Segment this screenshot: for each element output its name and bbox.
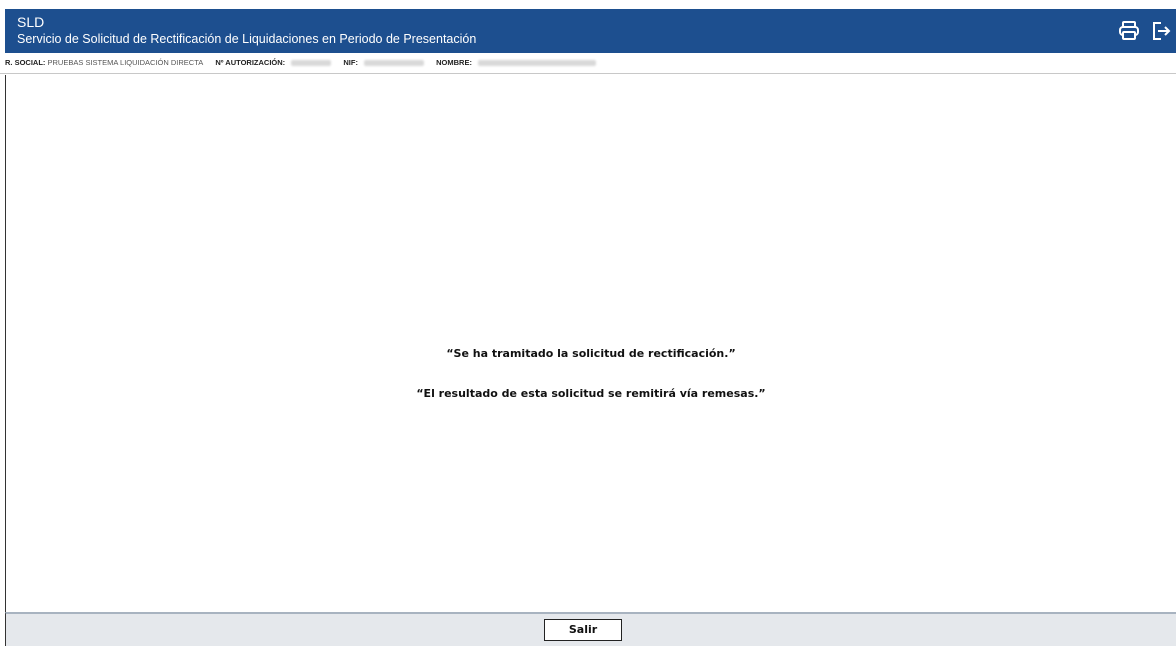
social-value: PRUEBAS SISTEMA LIQUIDACIÓN DIRECTA bbox=[47, 58, 204, 67]
nif-label: NIF: bbox=[343, 58, 358, 67]
logout-button[interactable] bbox=[1150, 19, 1172, 43]
print-button[interactable] bbox=[1118, 19, 1140, 43]
autorizacion-value-redacted bbox=[291, 60, 332, 67]
result-message: “El resultado de esta solicitud se remit… bbox=[416, 387, 766, 400]
nombre-label: NOMBRE: bbox=[436, 58, 472, 67]
printer-icon bbox=[1119, 21, 1139, 40]
app-title: Servicio de Solicitud de Rectificación d… bbox=[17, 32, 477, 46]
top-strip bbox=[0, 0, 1176, 9]
app-header: SLD Servicio de Solicitud de Rectificaci… bbox=[5, 9, 1176, 53]
confirmation-message: “Se ha tramitado la solicitud de rectifi… bbox=[446, 347, 736, 360]
social-label: R. SOCIAL: bbox=[5, 58, 46, 67]
logout-icon bbox=[1153, 22, 1171, 40]
user-info-bar: R. SOCIAL: PRUEBAS SISTEMA LIQUIDACIÓN D… bbox=[0, 53, 1176, 74]
main-content: “Se ha tramitado la solicitud de rectifi… bbox=[5, 75, 1176, 612]
nombre-value-redacted bbox=[478, 60, 597, 67]
footer-bar: Salir bbox=[5, 612, 1176, 646]
salir-button[interactable]: Salir bbox=[544, 619, 622, 641]
app-code: SLD bbox=[17, 14, 45, 30]
header-actions bbox=[1118, 19, 1172, 43]
autorizacion-label: Nº AUTORIZACIÓN: bbox=[215, 58, 286, 67]
nif-value-redacted bbox=[364, 60, 425, 67]
app-window: SLD Servicio de Solicitud de Rectificaci… bbox=[0, 0, 1176, 646]
